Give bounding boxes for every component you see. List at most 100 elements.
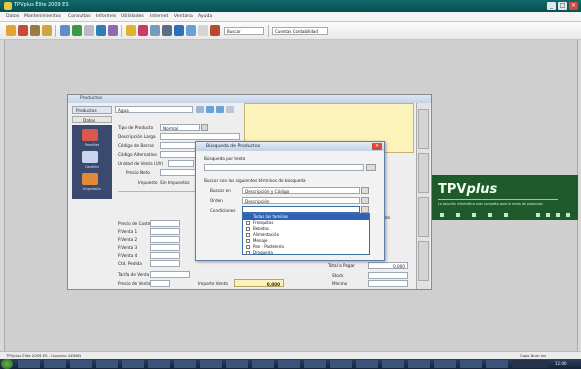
ctd-pedida-field[interactable] — [150, 260, 180, 267]
taskbar-item[interactable] — [434, 360, 456, 368]
taskbar-item[interactable] — [304, 360, 326, 368]
side-tab-otros[interactable] — [418, 197, 429, 237]
chevron-down-icon[interactable] — [361, 206, 369, 213]
taskbar-item[interactable] — [330, 360, 352, 368]
web-icon[interactable] — [138, 25, 148, 36]
minimize-button[interactable]: _ — [547, 2, 556, 10]
toolbar-account-field[interactable]: Cuentas Contabilidad — [272, 27, 328, 35]
tools-icon[interactable] — [126, 25, 136, 36]
taskbar-item[interactable] — [44, 360, 66, 368]
taskbar-item[interactable] — [356, 360, 378, 368]
stock-icon[interactable] — [96, 25, 106, 36]
taskbar-item[interactable] — [122, 360, 144, 368]
printer-icon[interactable] — [82, 173, 98, 185]
start-button[interactable] — [1, 359, 13, 369]
tab-datos[interactable]: Datos — [72, 116, 112, 123]
taskbar-item[interactable] — [408, 360, 430, 368]
precio-neto-field[interactable] — [160, 169, 196, 176]
side-tab-notas[interactable] — [418, 153, 429, 193]
buscar-en-value: Descripción y Código — [245, 189, 290, 194]
taskbar-item[interactable] — [460, 360, 482, 368]
precio-venta-field[interactable] — [150, 280, 170, 287]
unidad-venta-field[interactable] — [168, 160, 194, 167]
taskbar-item[interactable] — [278, 360, 300, 368]
help-icon[interactable] — [174, 25, 184, 36]
menu-internet[interactable]: Internet — [150, 14, 168, 19]
dialog-row2-label: Orden — [210, 198, 223, 203]
pventa-1-field[interactable] — [150, 228, 180, 235]
side-tab-datos[interactable] — [418, 109, 429, 149]
side-tab-varios[interactable] — [418, 241, 429, 281]
box-icon[interactable] — [82, 129, 98, 141]
nav-next-icon[interactable] — [216, 106, 224, 113]
checkbox-icon — [246, 221, 250, 225]
label-precio-neto: Precio Neto — [126, 170, 150, 175]
menu-consultas[interactable]: Consultas — [68, 14, 91, 19]
orden-select[interactable]: Descripción — [242, 197, 360, 204]
label-minimo: Mínimo — [332, 281, 348, 286]
list-item[interactable]: Droguería — [243, 250, 369, 256]
search-icon[interactable] — [196, 106, 204, 113]
chevron-down-icon[interactable] — [361, 197, 369, 204]
chevron-down-icon[interactable] — [201, 124, 208, 131]
products-header-button[interactable]: Productos — [72, 106, 112, 114]
taskbar-item[interactable] — [200, 360, 222, 368]
exit-icon[interactable] — [198, 25, 208, 36]
buscar-en-select[interactable]: Descripción y Código — [242, 187, 360, 194]
ticket-icon[interactable] — [84, 25, 94, 36]
system-tray[interactable] — [512, 360, 548, 368]
report-icon[interactable] — [108, 25, 118, 36]
taskbar-item[interactable] — [148, 360, 170, 368]
toolbar-search-input[interactable]: Buscar — [224, 27, 264, 35]
product-search-input[interactable]: Agua — [115, 106, 193, 113]
menu-mantenimientos[interactable]: Mantenimientos — [24, 14, 61, 19]
taskbar-item[interactable] — [96, 360, 118, 368]
taskbar-item[interactable] — [382, 360, 404, 368]
menu-utilidades[interactable]: Utilidades — [121, 14, 144, 19]
chevron-down-icon[interactable] — [361, 187, 369, 194]
taskbar-item[interactable] — [486, 360, 508, 368]
power-icon[interactable] — [210, 25, 220, 36]
sales-icon[interactable] — [60, 25, 70, 36]
calc-icon[interactable] — [150, 25, 160, 36]
familia-select[interactable] — [242, 206, 360, 213]
maximize-button[interactable]: □ — [558, 2, 567, 10]
tipo-producto-select[interactable]: Normal — [160, 124, 200, 131]
tarifa-venta-field[interactable] — [150, 271, 190, 278]
screen-icon[interactable] — [82, 151, 98, 163]
menu-ayuda[interactable]: Ayuda — [198, 14, 212, 19]
pventa-4-field[interactable] — [150, 252, 180, 259]
taskbar-item[interactable] — [226, 360, 248, 368]
taskbar-item[interactable] — [252, 360, 274, 368]
pventa-2-field[interactable] — [150, 236, 180, 243]
app-logo-icon — [4, 2, 12, 10]
menu-datos[interactable]: Datos — [6, 14, 19, 19]
taskbar-item[interactable] — [70, 360, 92, 368]
cash-icon[interactable] — [72, 25, 82, 36]
minimo-field — [368, 280, 408, 287]
pventa-3-field[interactable] — [150, 244, 180, 251]
article-icon[interactable] — [42, 25, 52, 36]
dialog-search-input[interactable] — [204, 164, 364, 171]
dialog-close-button[interactable]: × — [372, 143, 382, 150]
label-tarifa-venta: Tarifa de Venta — [118, 272, 150, 277]
window-icon[interactable] — [186, 25, 196, 36]
new-icon[interactable] — [6, 25, 16, 36]
dialog-search-button[interactable] — [366, 164, 376, 171]
familia-dropdown-list[interactable]: Todas las familias Fresquitos Bebidas Al… — [242, 213, 370, 255]
precio-coste-field[interactable] — [150, 220, 180, 227]
banner-dot — [536, 213, 540, 217]
provider-icon[interactable] — [30, 25, 40, 36]
client-icon[interactable] — [18, 25, 28, 36]
new-record-icon[interactable] — [226, 106, 234, 113]
menu-ventana[interactable]: Ventana — [174, 14, 193, 19]
label-pventa-3: P.Venta 3 — [118, 245, 138, 250]
taskbar-item[interactable] — [174, 360, 196, 368]
close-button[interactable]: × — [569, 2, 578, 10]
descripcion-larga-field[interactable] — [160, 133, 240, 140]
menu-informes[interactable]: Informes — [96, 14, 116, 19]
nav-prev-icon[interactable] — [206, 106, 214, 113]
save-icon[interactable] — [162, 25, 172, 36]
banner-tagline: La solución informática más completa par… — [438, 202, 543, 206]
taskbar-item[interactable] — [18, 360, 40, 368]
